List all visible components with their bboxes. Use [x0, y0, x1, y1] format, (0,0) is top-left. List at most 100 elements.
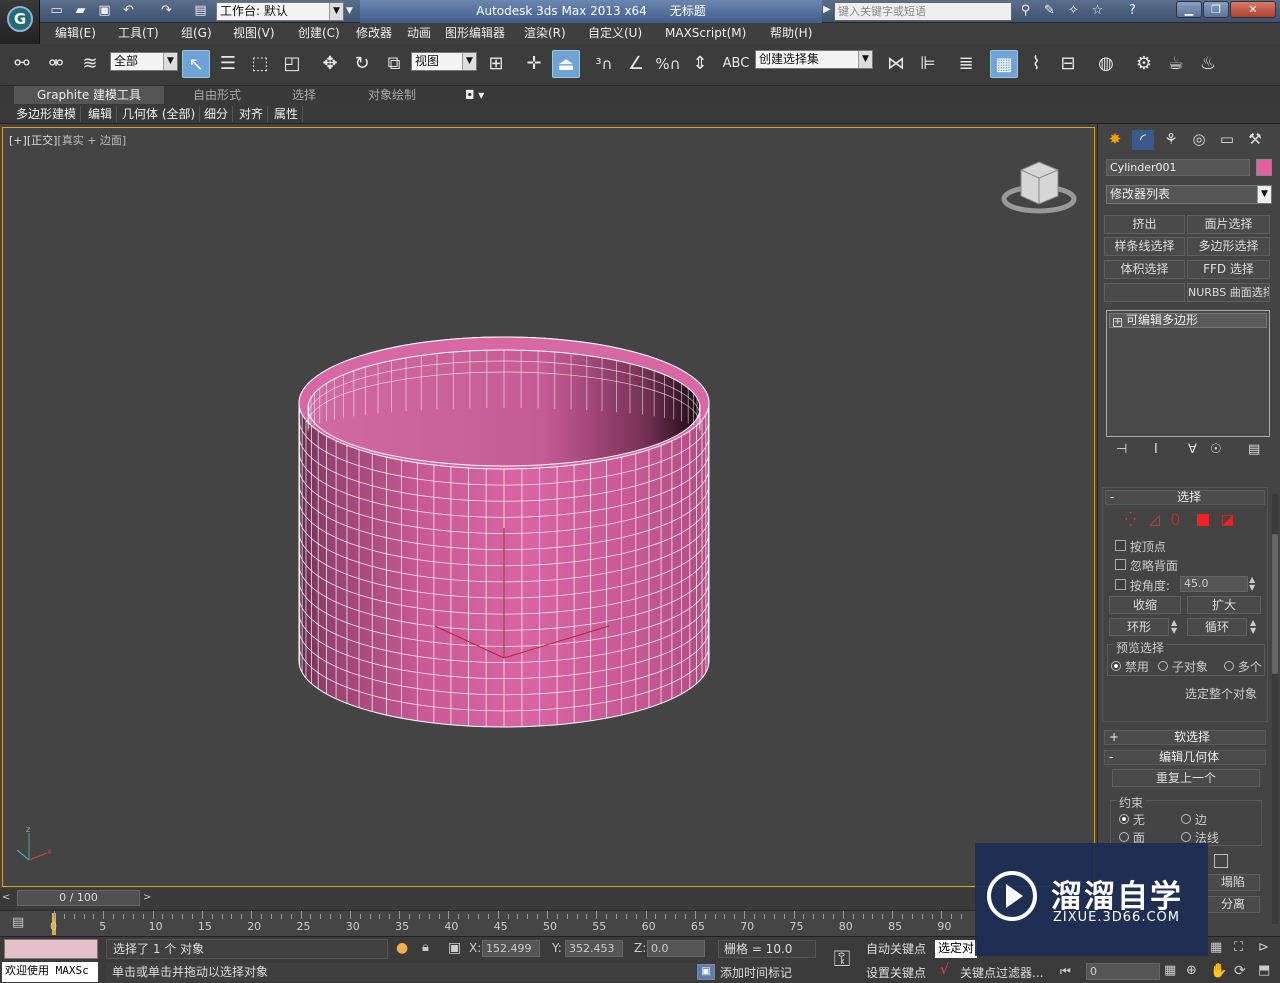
- mirror-icon[interactable]: ⋈: [882, 50, 910, 78]
- select-by-name-icon[interactable]: ☰: [214, 50, 242, 78]
- loop-button[interactable]: 循环: [1187, 618, 1247, 636]
- detach-button[interactable]: 分离: [1206, 896, 1260, 913]
- percent-snap-icon[interactable]: %∩: [654, 50, 682, 78]
- menu-modifiers[interactable]: 修改器: [356, 23, 392, 44]
- undo-icon[interactable]: ↶: [120, 3, 137, 19]
- menu-group[interactable]: 组(G): [181, 23, 212, 44]
- by-angle-option[interactable]: 按角度:: [1115, 577, 1170, 594]
- menu-create[interactable]: 创建(C): [298, 23, 340, 44]
- pan-icon[interactable]: ✋: [1210, 963, 1227, 979]
- x-coordinate-field[interactable]: 152.499: [482, 940, 540, 957]
- modifier-patch-select-button[interactable]: 面片选择: [1187, 215, 1270, 234]
- modify-tab-icon[interactable]: ◜: [1132, 130, 1154, 150]
- zoom-extents-icon[interactable]: ▦: [1210, 940, 1222, 955]
- binoculars-icon[interactable]: ⚲: [1017, 3, 1034, 19]
- graphite-toggle-icon[interactable]: ▦: [990, 50, 1018, 78]
- window-crossing-icon[interactable]: ◰: [278, 50, 306, 78]
- select-manipulate-icon[interactable]: ✛: [520, 50, 548, 78]
- panel-edit[interactable]: 编辑: [84, 106, 118, 122]
- track-bar[interactable]: ▤ 0 5 10 15 20 25 30 35 40 45 50 55 60 65 70 75 80 85 90: [0, 910, 1100, 936]
- material-editor-icon[interactable]: ◍: [1092, 50, 1120, 78]
- ignore-backfacing-checkbox[interactable]: [1115, 559, 1126, 570]
- motion-tab-icon[interactable]: ◎: [1188, 130, 1210, 150]
- display-tab-icon[interactable]: ▭: [1216, 130, 1238, 150]
- snaps-toggle-icon[interactable]: ³∩: [590, 50, 618, 78]
- unlink-icon[interactable]: ⚮: [42, 50, 70, 78]
- close-button[interactable]: ✕: [1230, 1, 1276, 18]
- polygon-icon[interactable]: [1197, 514, 1209, 526]
- save-icon[interactable]: ▣: [96, 3, 113, 19]
- search-input[interactable]: 键入关键字或短语: [834, 2, 1012, 21]
- rollout-header-selection[interactable]: - 选择: [1105, 490, 1265, 505]
- settings-box-icon[interactable]: [1214, 854, 1228, 868]
- menu-customize[interactable]: 自定义(U): [588, 23, 642, 44]
- bind-space-warp-icon[interactable]: ≋: [76, 50, 104, 78]
- select-object-icon[interactable]: ↖: [182, 50, 210, 78]
- menu-rendering[interactable]: 渲染(R): [524, 23, 566, 44]
- loop-spinner-icon[interactable]: ▲ ▼: [1250, 619, 1256, 635]
- menu-views[interactable]: 视图(V): [233, 23, 275, 44]
- spinner-snap-icon[interactable]: ⇕: [686, 50, 714, 78]
- edit-named-selection-icon[interactable]: ABC: [722, 50, 750, 78]
- rendered-frame-icon[interactable]: ☕: [1162, 50, 1190, 78]
- remove-modifier-icon[interactable]: ☉: [1210, 442, 1222, 457]
- ignore-backfacing-option[interactable]: 忽略背面: [1115, 557, 1178, 574]
- workspace-dropdown[interactable]: 工作台: 默认 ▼: [216, 2, 344, 21]
- constraint-edge-radio[interactable]: [1181, 814, 1191, 824]
- preview-subobject-radio[interactable]: [1158, 661, 1168, 671]
- add-time-tag[interactable]: 添加时间标记: [720, 964, 792, 981]
- angle-snap-icon[interactable]: ∠: [622, 50, 650, 78]
- constraint-normal-radio[interactable]: [1181, 832, 1191, 842]
- y-coordinate-field[interactable]: 352.453: [565, 940, 623, 957]
- link-icon[interactable]: ⚯: [8, 50, 36, 78]
- constraint-none-radio[interactable]: [1119, 814, 1129, 824]
- set-key-button[interactable]: 设置关键点: [866, 964, 926, 981]
- panel-polygon-modeling[interactable]: 多边形建模: [12, 106, 82, 122]
- create-tab-icon[interactable]: ✸: [1104, 130, 1126, 150]
- communication-icon[interactable]: ✧: [1065, 3, 1082, 19]
- named-selection-dropdown[interactable]: 创建选择集 ▼: [755, 50, 873, 69]
- scale-icon[interactable]: ⧉: [380, 50, 408, 78]
- pivot-center-icon[interactable]: ⊞: [482, 50, 510, 78]
- grow-button[interactable]: 扩大: [1187, 596, 1261, 614]
- vertex-icon[interactable]: ⁛: [1125, 512, 1136, 528]
- rollout-header-soft-selection[interactable]: + 软选择: [1104, 730, 1266, 745]
- maxscript-listener-mini[interactable]: [4, 939, 98, 959]
- time-slider-thumb[interactable]: 0 / 100: [17, 890, 140, 906]
- preview-multi-option[interactable]: 多个: [1224, 658, 1262, 675]
- move-icon[interactable]: ✥: [316, 50, 344, 78]
- menu-graph-editors[interactable]: 图形编辑器: [445, 23, 505, 44]
- menu-maxscript[interactable]: MAXScript(M): [665, 23, 746, 44]
- curve-editor-icon[interactable]: ⌇: [1022, 50, 1050, 78]
- maximize-viewport-icon[interactable]: ⬒: [1258, 963, 1270, 978]
- preview-subobject-option[interactable]: 子对象: [1158, 658, 1208, 675]
- panel-align[interactable]: 对齐: [235, 106, 269, 122]
- scrollbar-thumb[interactable]: [1272, 534, 1278, 674]
- render-setup-icon[interactable]: ⚙: [1130, 50, 1158, 78]
- modifier-list-dropdown[interactable]: 修改器列表 ▼: [1106, 185, 1272, 204]
- goto-start-icon[interactable]: ⏮: [1060, 964, 1071, 979]
- by-vertex-checkbox[interactable]: [1115, 540, 1126, 551]
- rollout-header-edit-geometry[interactable]: - 编辑几何体: [1104, 750, 1266, 765]
- dropdown-arrow-icon[interactable]: ▼: [346, 3, 358, 19]
- tab-object-paint[interactable]: 对象绘制: [368, 86, 416, 104]
- constraint-none-option[interactable]: 无: [1119, 811, 1145, 828]
- render-production-icon[interactable]: ♨: [1194, 50, 1222, 78]
- subscription-icon[interactable]: ✎: [1041, 3, 1058, 19]
- tab-freeform[interactable]: 自由形式: [193, 86, 241, 104]
- schematic-view-icon[interactable]: ⊟: [1054, 50, 1082, 78]
- configure-sets-icon[interactable]: ▤: [1248, 442, 1260, 457]
- maxscript-input[interactable]: 欢迎使用 MAXSc: [2, 962, 98, 982]
- ring-button[interactable]: 环形: [1109, 618, 1169, 636]
- expand-arrow-icon[interactable]: ▶: [823, 4, 831, 15]
- object-name-field[interactable]: Cylinder001: [1106, 159, 1250, 176]
- perspective-viewport[interactable]: [+][正交][真实 + 边面] z x: [2, 127, 1095, 887]
- reference-coordinate-dropdown[interactable]: 视图 ▼: [411, 52, 477, 71]
- zoom-all-icon[interactable]: ⊕: [1186, 963, 1197, 978]
- key-tangent-icon[interactable]: √: [940, 962, 949, 978]
- ring-spinner-icon[interactable]: ▲ ▼: [1171, 619, 1177, 635]
- collapse-button[interactable]: 塌陷: [1206, 874, 1260, 891]
- ribbon-options-icon[interactable]: ◘ ▾: [465, 86, 484, 104]
- preview-off-option[interactable]: 禁用: [1111, 658, 1149, 675]
- modifier-nurbs-select-button[interactable]: NURBS 曲面选择: [1187, 283, 1270, 302]
